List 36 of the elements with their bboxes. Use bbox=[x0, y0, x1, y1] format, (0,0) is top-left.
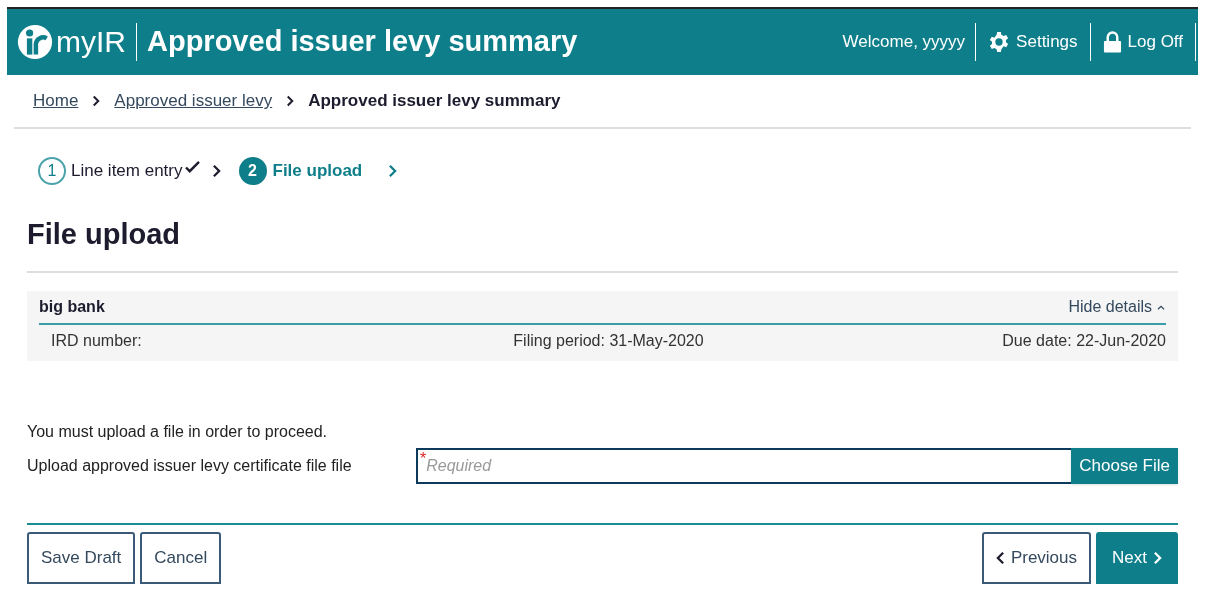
chevron-icon bbox=[286, 95, 295, 107]
breadcrumb-link[interactable]: Home bbox=[33, 88, 79, 114]
chevron-icon bbox=[211, 164, 221, 178]
entity-name: big bank bbox=[39, 296, 105, 317]
chevron-icon bbox=[388, 164, 398, 178]
log-off-link[interactable]: Log Off bbox=[1090, 29, 1195, 55]
settings-link[interactable]: Settings bbox=[976, 29, 1090, 55]
step-number: 1 bbox=[38, 157, 66, 185]
breadcrumb-link[interactable]: Approved issuer levy bbox=[114, 88, 273, 114]
logo-text: myIR bbox=[56, 27, 126, 57]
chevron-right-icon bbox=[1153, 550, 1162, 565]
step-label[interactable]: Line item entry bbox=[71, 158, 183, 184]
step-label[interactable]: File upload bbox=[272, 158, 363, 184]
welcome-text: Welcome, yyyyy bbox=[842, 31, 967, 54]
next-button[interactable]: Next bbox=[1096, 531, 1178, 584]
lock-icon bbox=[1102, 30, 1122, 54]
page-title: Approved issuer levy summary bbox=[147, 24, 578, 60]
settings-icon bbox=[988, 31, 1011, 53]
logo-icon bbox=[17, 24, 53, 60]
hide-details-link[interactable]: Hide details bbox=[1068, 294, 1166, 319]
filing-period: Filing period: 31-May-2020 bbox=[513, 330, 704, 351]
save-draft-button[interactable]: Save Draft bbox=[27, 531, 136, 584]
chevron-icon bbox=[92, 95, 101, 107]
choose-file-button[interactable]: Choose File bbox=[1071, 447, 1178, 484]
ird-number: IRD number: bbox=[51, 330, 143, 351]
section-heading: File upload bbox=[27, 217, 182, 252]
step-number: 2 bbox=[238, 157, 267, 185]
required-mark: * bbox=[420, 450, 427, 467]
previous-button[interactable]: Previous bbox=[981, 531, 1092, 584]
chevron-left-icon bbox=[995, 550, 1005, 565]
upload-label: Upload approved issuer levy certificate file file bbox=[27, 455, 353, 476]
file-input-field[interactable]: *Required Choose File bbox=[416, 447, 1178, 484]
cancel-button[interactable]: Cancel bbox=[140, 531, 222, 584]
due-date: Due date: 22-Jun-2020 bbox=[1001, 330, 1166, 351]
notice-text: You must upload a file in order to proceed. bbox=[27, 421, 329, 442]
breadcrumb-current: Approved issuer levy summary bbox=[308, 90, 561, 113]
